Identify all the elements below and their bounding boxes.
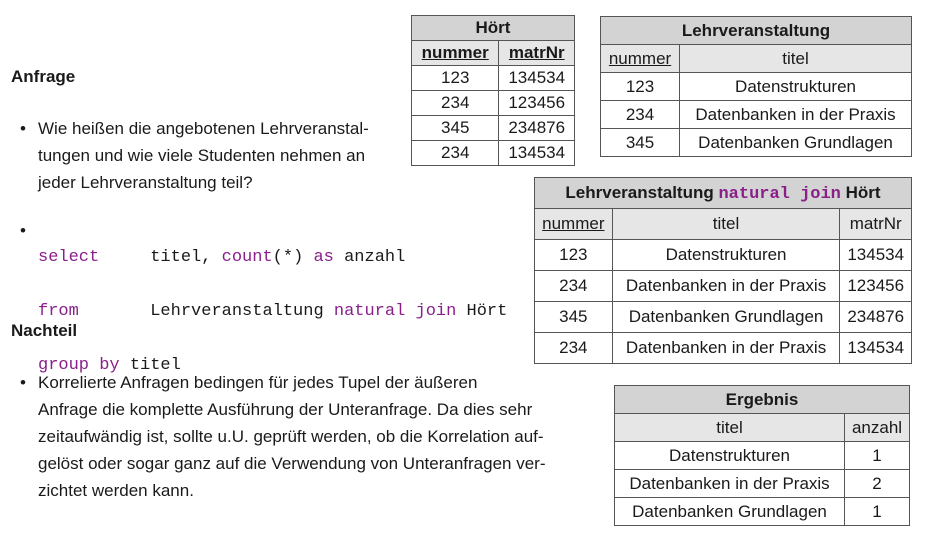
table-row: 234 Datenbanken in der Praxis 134534 (534, 332, 912, 364)
col-header-nummer: nummer (599, 44, 681, 73)
cell: 234 (410, 140, 500, 166)
table-row: 234 123456 (410, 90, 575, 116)
cell: Datenstrukturen (611, 239, 841, 271)
cell: Datenbanken Grundlagen (679, 128, 912, 157)
natural-join-table: Lehrveranstaltung natural join Hört numm… (534, 177, 912, 364)
question-line: Wie heißen die angebotenen Lehrveranstal… (38, 119, 369, 138)
table-row: 345 Datenbanken Grundlagen 234876 (534, 301, 912, 333)
nachteil-line: gelöst oder sogar ganz auf die Verwendun… (38, 454, 546, 473)
table-row: Datenstrukturen 1 (613, 441, 910, 470)
bullet-3: • (20, 373, 26, 392)
sql-text: (*) (272, 248, 314, 267)
question-line: jeder Lehrveranstaltung teil? (38, 173, 253, 192)
table-row: Datenbanken in der Praxis 2 (613, 469, 910, 498)
nj-title-keyword: natural join (718, 184, 841, 204)
cell: 234876 (498, 115, 575, 141)
cell: 345 (410, 115, 500, 141)
sql-function: count (221, 248, 273, 267)
question-text: Wie heißen die angebotenen Lehrveranstal… (38, 115, 369, 196)
anfrage-heading: Anfrage (11, 67, 76, 86)
lv-title: Lehrveranstaltung (600, 16, 912, 45)
sql-text: titel, (150, 248, 222, 267)
cell: 234876 (839, 301, 912, 333)
bullet-2: • (20, 221, 26, 240)
ergebnis-table: Ergebnis titel anzahl Datenstrukturen 1 D… (613, 385, 910, 526)
cell: 1 (844, 441, 910, 470)
cell: 123 (410, 65, 500, 91)
cell: 2 (844, 469, 910, 498)
nachteil-line: Korrelierte Anfragen bedingen für jedes … (38, 373, 478, 392)
hoert-table: Hört nummer matrNr 123 134534 234 123456 3… (410, 15, 575, 166)
sql-text: anzahl (333, 248, 406, 267)
cell: 123456 (498, 90, 575, 116)
cell: Datenbanken Grundlagen (611, 301, 841, 333)
cell: Datenbanken in der Praxis (611, 270, 841, 302)
cell: 234 (599, 100, 681, 129)
sql-line-from: from Lehrveranstaltung natural join Hört (38, 298, 507, 325)
table-row: 234 Datenbanken in der Praxis (599, 100, 912, 129)
cell: 134534 (839, 332, 912, 364)
cell: 234 (534, 270, 613, 302)
ergebnis-title: Ergebnis (614, 385, 910, 414)
cell: 134534 (498, 65, 575, 91)
cell: Datenbanken in der Praxis (611, 332, 841, 364)
table-row: 123 134534 (410, 65, 575, 91)
cell: Datenstrukturen (679, 72, 912, 101)
cell: 1 (844, 497, 910, 526)
nachteil-text: Korrelierte Anfragen bedingen für jedes … (38, 369, 546, 504)
cell: Datenbanken in der Praxis (613, 469, 846, 498)
table-row: Datenbanken Grundlagen 1 (613, 497, 910, 526)
table-row: 123 Datenstrukturen (599, 72, 912, 101)
col-header-titel: titel (679, 44, 912, 73)
nj-title: Lehrveranstaltung natural join Hört (534, 177, 912, 209)
lehrveranstaltung-table: Lehrveranstaltung nummer titel 123 Datens… (599, 16, 912, 157)
cell: Datenstrukturen (613, 441, 846, 470)
cell: 234 (534, 332, 613, 364)
table-row: 234 134534 (410, 140, 575, 166)
table-row: 345 234876 (410, 115, 575, 141)
sql-line-select: select titel, count(*) as anzahl (38, 244, 507, 271)
table-row: 123 Datenstrukturen 134534 (534, 239, 912, 271)
hoert-title: Hört (411, 15, 575, 41)
sql-text: Lehrveranstaltung (150, 302, 334, 321)
col-header-matrnr: matrNr (498, 40, 575, 66)
sql-keyword: from (38, 302, 79, 321)
nachteil-heading: Nachteil (11, 321, 78, 340)
col-header-matrnr: matrNr (839, 208, 912, 240)
cell: 123 (599, 72, 681, 101)
question-line: tungen und wie viele Studenten nehmen an (38, 146, 366, 165)
col-header-nummer: nummer (534, 208, 613, 240)
table-row: 234 Datenbanken in der Praxis 123456 (534, 270, 912, 302)
sql-keyword: select (38, 248, 100, 267)
cell: Datenbanken Grundlagen (613, 497, 846, 526)
nachteil-line: zeitaufwändig ist, sollte u.U. geprüft w… (38, 427, 544, 446)
table-row: 345 Datenbanken Grundlagen (599, 128, 912, 157)
cell: Datenbanken in der Praxis (679, 100, 912, 129)
cell: 123 (534, 239, 613, 271)
sql-text: Hört (456, 302, 508, 321)
sql-keyword: as (313, 248, 334, 267)
cell: 134534 (839, 239, 912, 271)
col-header-nummer: nummer (410, 40, 500, 66)
bullet-1: • (20, 119, 26, 138)
cell: 134534 (498, 140, 575, 166)
nj-title-right: Hört (840, 182, 881, 202)
col-header-titel: titel (611, 208, 841, 240)
cell: 345 (599, 128, 681, 157)
cell: 234 (410, 90, 500, 116)
sql-keyword: natural join (333, 302, 457, 321)
cell: 345 (534, 301, 613, 333)
col-header-anzahl: anzahl (844, 413, 910, 442)
cell: 123456 (839, 270, 912, 302)
nachteil-line: Anfrage die komplette Ausführung der Unt… (38, 400, 533, 419)
col-header-titel: titel (613, 413, 846, 442)
nj-title-left: Lehrveranstaltung (565, 182, 719, 202)
nachteil-line: zichtet werden kann. (38, 481, 194, 500)
